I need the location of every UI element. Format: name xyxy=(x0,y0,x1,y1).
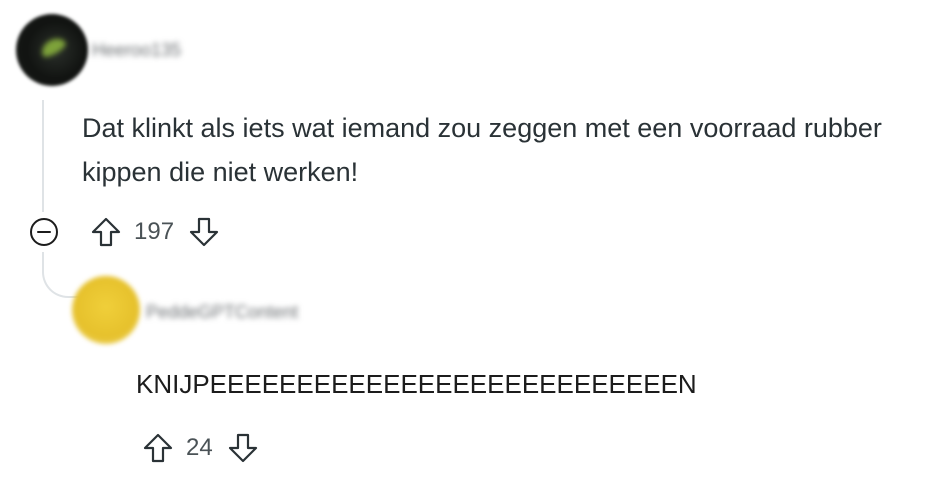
comment-thread: Heeroo135 Dat klinkt als iets wat iemand… xyxy=(0,0,942,480)
upvote-button[interactable] xyxy=(88,214,124,250)
comment-username[interactable]: Heeroo135 xyxy=(92,40,181,61)
reply-avatar[interactable] xyxy=(72,276,140,344)
vote-count: 197 xyxy=(134,218,175,245)
minus-circle-icon xyxy=(30,218,58,246)
avatar-leaf-icon xyxy=(38,34,68,60)
reply-username[interactable]: PeddeGPTContent xyxy=(146,302,298,323)
reply-vote-count: 24 xyxy=(186,434,213,461)
reply-actions: 24 xyxy=(140,430,261,466)
reply-upvote-button[interactable] xyxy=(140,430,176,466)
collapse-thread-button[interactable] xyxy=(26,214,62,250)
arrow-up-outline-icon xyxy=(143,433,173,463)
arrow-up-outline-icon xyxy=(91,217,121,247)
reply-body: KNIJPEEEEEEEEEEEEEEEEEEEEEEEEEEEN xyxy=(136,369,697,399)
comment-body: Dat klinkt als iets wat iemand zou zegge… xyxy=(82,113,882,187)
comment-actions: 197 xyxy=(26,214,222,250)
reply-downvote-button[interactable] xyxy=(225,430,261,466)
thread-line[interactable] xyxy=(42,100,44,212)
arrow-down-outline-icon xyxy=(189,217,219,247)
arrow-down-outline-icon xyxy=(228,433,257,463)
avatar[interactable] xyxy=(16,14,88,86)
downvote-button[interactable] xyxy=(186,214,222,250)
